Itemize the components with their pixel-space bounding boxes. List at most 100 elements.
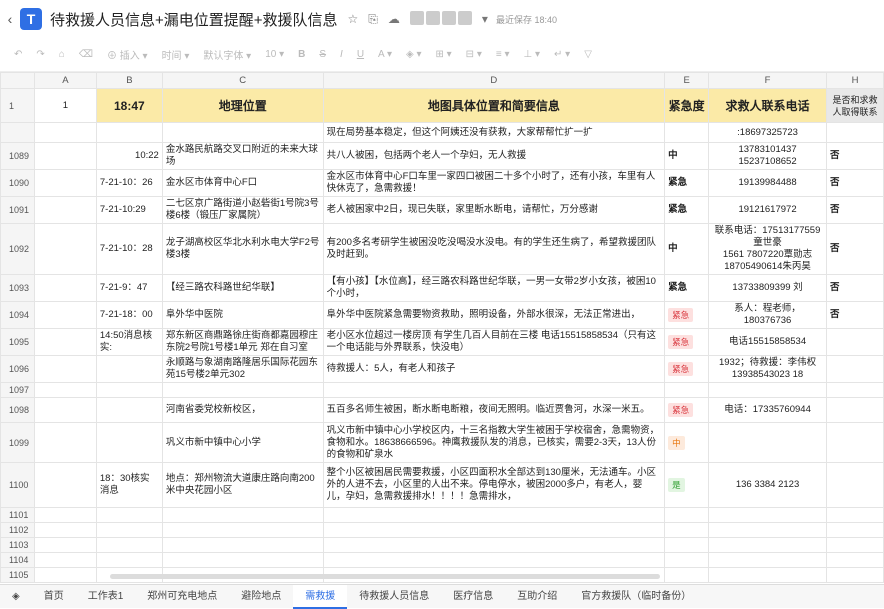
cell[interactable] <box>322 537 666 553</box>
cell[interactable] <box>33 122 97 143</box>
font-select[interactable]: 默认字体 ▾ <box>203 47 251 62</box>
filter-icon[interactable]: ▽ <box>584 49 592 60</box>
cell[interactable] <box>95 552 163 568</box>
cell[interactable] <box>161 552 324 568</box>
cell[interactable] <box>33 397 97 423</box>
row-number[interactable]: 1102 <box>0 522 35 538</box>
corner-cell[interactable] <box>0 72 35 89</box>
cell[interactable]: 1 <box>33 88 97 123</box>
sheet-tab[interactable]: 工作表1 <box>76 585 136 609</box>
row-number[interactable]: 1096 <box>0 355 35 383</box>
row-number[interactable]: 1095 <box>0 328 35 356</box>
avatar[interactable] <box>409 10 424 25</box>
cell[interactable] <box>664 507 710 523</box>
cell[interactable]: 7-21-9：47 <box>95 274 163 302</box>
cell[interactable] <box>161 507 324 523</box>
cell[interactable] <box>95 397 163 423</box>
column-header[interactable]: E <box>664 72 710 89</box>
back-arrow-icon[interactable]: ‹ <box>0 11 20 27</box>
cell[interactable] <box>95 122 163 143</box>
cell[interactable] <box>322 507 666 523</box>
cell[interactable] <box>664 522 710 538</box>
cell[interactable] <box>95 537 163 553</box>
cell[interactable] <box>708 507 827 523</box>
sheet-tab[interactable]: 医疗信息 <box>441 585 505 609</box>
cell[interactable]: 有200多名考研学生被困没吃没喝没水没电。有的学生还生病了，希望救援团队及时赶到… <box>322 223 666 275</box>
row-number[interactable]: 1104 <box>0 552 35 568</box>
cell[interactable] <box>33 169 97 197</box>
cell[interactable] <box>33 328 97 356</box>
cell[interactable]: 巩义市新中镇中心小学校区内，十三名指教大学生被困于学校宿舍，急需物资，食物和水。… <box>322 422 666 463</box>
cell[interactable]: 19121617972 <box>708 196 827 224</box>
sheet-tab[interactable]: 官方救援队（临时备份） <box>569 585 703 609</box>
cloud-icon[interactable]: ☁ <box>388 12 400 26</box>
column-header[interactable]: A <box>33 72 97 89</box>
column-header[interactable]: B <box>95 72 163 89</box>
cell[interactable]: :18697325723 <box>708 122 827 143</box>
sheet-tab[interactable]: 避险地点 <box>229 585 293 609</box>
sheet-tab[interactable]: 首页 <box>32 585 76 609</box>
cell[interactable]: 否 <box>826 142 884 170</box>
cell[interactable] <box>33 382 97 398</box>
merge-icon[interactable]: ⊟ ▾ <box>466 49 482 60</box>
clear-format-icon[interactable]: ⌫ <box>79 49 93 60</box>
valign-icon[interactable]: ⊥ ▾ <box>523 49 540 60</box>
cell[interactable] <box>33 223 97 275</box>
cell[interactable] <box>708 537 827 553</box>
cell[interactable]: 整个小区被困居民需要救援，小区四面积水全部达到130厘米，无法通车。小区外的人进… <box>322 462 666 508</box>
row-number[interactable]: 1105 <box>0 567 35 583</box>
underline-icon[interactable]: U <box>357 49 364 60</box>
cell[interactable]: 二七区京广路街道小赵砦街1号院3号楼6楼（锻压厂家属院） <box>161 196 324 224</box>
cell[interactable]: 紧急度 <box>664 88 710 123</box>
urgency-cell[interactable]: 紧急 <box>664 196 710 224</box>
avatar[interactable] <box>457 10 472 25</box>
cell[interactable] <box>826 567 884 583</box>
cell[interactable]: 7-21-10：28 <box>95 223 163 275</box>
cell[interactable]: 7-21-10:29 <box>95 196 163 224</box>
cell[interactable] <box>708 422 827 463</box>
row-number[interactable]: 1 <box>0 88 35 123</box>
cell[interactable]: 待救援人：5人，有老人和孩子 <box>322 355 666 383</box>
row-number[interactable] <box>0 122 35 143</box>
text-color-icon[interactable]: A ▾ <box>378 49 392 60</box>
cell[interactable] <box>33 567 97 583</box>
cell[interactable]: 7-21-18：00 <box>95 301 163 329</box>
cell[interactable] <box>708 567 827 583</box>
format-painter-icon[interactable]: ⌂ <box>59 49 65 60</box>
cell[interactable]: 18:47 <box>95 88 163 123</box>
move-icon[interactable]: ⎘ <box>368 12 378 27</box>
row-number[interactable]: 1100 <box>0 462 35 508</box>
cell[interactable]: 【有小孩】【水位高】，经三路农科路世纪华联，一男一女带2岁小女孩，被困10个小时… <box>322 274 666 302</box>
bold-icon[interactable]: B <box>298 49 305 60</box>
cell[interactable] <box>826 537 884 553</box>
cell[interactable]: 龙子湖高校区华北水利水电大学F2号楼3楼 <box>161 223 324 275</box>
sheet-tab[interactable]: 待救援人员信息 <box>347 585 441 609</box>
row-number[interactable]: 1097 <box>0 382 35 398</box>
font-size-select[interactable]: 10 ▾ <box>265 49 284 60</box>
cell[interactable] <box>708 552 827 568</box>
cell[interactable]: 金水区市体育中心F口 <box>161 169 324 197</box>
sheet-tab[interactable]: 需救援 <box>293 584 348 609</box>
cell[interactable] <box>322 382 666 398</box>
column-header[interactable]: H <box>826 72 884 89</box>
cell[interactable]: 永顺路与象湖南路隆居乐国际花园东苑15号楼2单元302 <box>161 355 324 383</box>
cell[interactable] <box>826 122 884 143</box>
cell[interactable] <box>708 522 827 538</box>
cell[interactable] <box>95 422 163 463</box>
urgency-cell[interactable]: 紧急 <box>664 397 710 423</box>
cell[interactable] <box>33 422 97 463</box>
cell[interactable]: 是否和求救人取得联系 <box>826 88 884 123</box>
row-number[interactable]: 1091 <box>0 196 35 224</box>
collaborators[interactable] <box>408 10 472 28</box>
chevron-down-icon[interactable]: ▾ <box>482 12 488 26</box>
cell[interactable]: 电话15515858534 <box>708 328 827 356</box>
time-button[interactable]: 时间 ▾ <box>162 47 190 62</box>
row-number[interactable]: 1089 <box>0 142 35 170</box>
cell[interactable] <box>33 196 97 224</box>
cell[interactable]: 14:50消息核实: <box>95 328 163 356</box>
cell[interactable] <box>322 522 666 538</box>
cell[interactable]: 地理位置 <box>161 88 324 123</box>
cell[interactable] <box>664 122 710 143</box>
cell[interactable]: 7-21-10：26 <box>95 169 163 197</box>
row-number[interactable]: 1090 <box>0 169 35 197</box>
